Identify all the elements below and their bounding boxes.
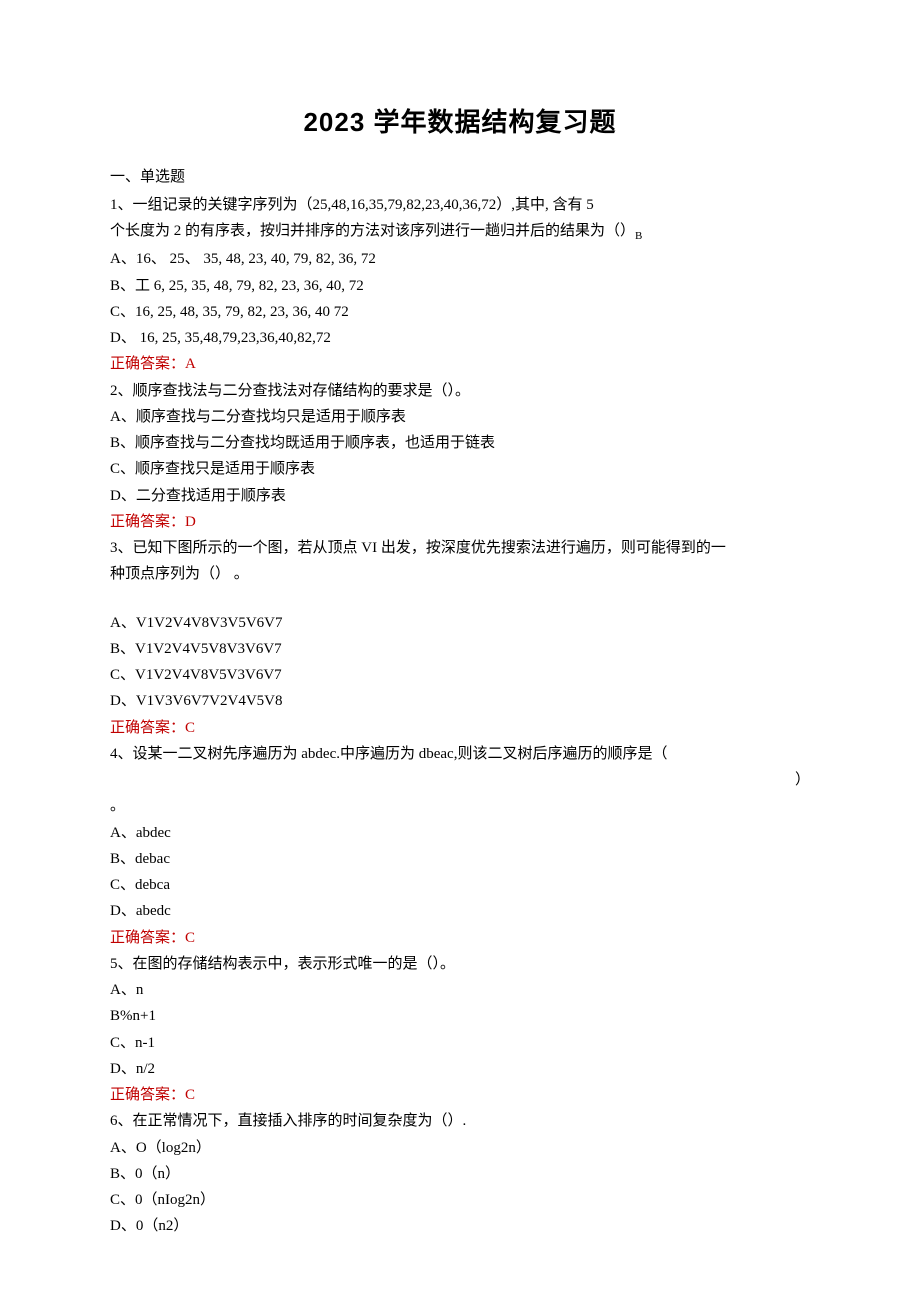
q4-option-c: C、debca [110, 872, 810, 898]
q1-stem-line2: 个长度为 2 的有序表，按归并排序的方法对该序列进行一趟归并后的结果为（）B [110, 218, 810, 246]
q3-option-c: C、V1V2V4V8V5V3V6V7 [110, 662, 810, 688]
q2-answer: 正确答案：D [110, 509, 810, 535]
q1-option-b: B、工 6, 25, 35, 48, 79, 82, 23, 36, 40, 7… [110, 273, 810, 299]
q3-stem-line1: 3、已知下图所示的一个图，若从顶点 VI 出发，按深度优先搜索法进行遍历，则可能… [110, 535, 810, 561]
q2-option-a: A、顺序查找与二分查找均只是适用于顺序表 [110, 404, 810, 430]
q4-stem: 4、设某一二叉树先序遍历为 abdec.中序遍历为 dbeac,则该二叉树后序遍… [110, 741, 810, 767]
q3-option-d: D、V1V3V6V7V2V4V5V8 [110, 688, 810, 714]
q1-option-d: D、 16, 25, 35,48,79,23,36,40,82,72 [110, 325, 810, 351]
q5-option-b: B%n+1 [110, 1003, 810, 1029]
q4-period: 。 [110, 793, 810, 819]
q2-option-d: D、二分查找适用于顺序表 [110, 483, 810, 509]
q6-option-d: D、0（n2） [110, 1213, 810, 1239]
q2-stem: 2、顺序查找法与二分查找法对存储结构的要求是（）。 [110, 378, 810, 404]
q4-option-a: A、abdec [110, 820, 810, 846]
q5-stem: 5、在图的存储结构表示中，表示形式唯一的是（）。 [110, 951, 810, 977]
page-title: 2023 学年数据结构复习题 [110, 100, 810, 146]
q4-option-d: D、abedc [110, 898, 810, 924]
q6-option-c: C、0（nIog2n） [110, 1187, 810, 1213]
q3-option-a: A、V1V2V4V8V3V5V6V7 [110, 610, 810, 636]
q3-option-b: B、V1V2V4V5V8V3V6V7 [110, 636, 810, 662]
q3-answer: 正确答案：C [110, 715, 810, 741]
q4-answer: 正确答案：C [110, 925, 810, 951]
q1-stem-line1: 1、一组记录的关键字序列为（25,48,16,35,79,82,23,40,36… [110, 192, 810, 218]
q5-option-a: A、n [110, 977, 810, 1003]
q1-option-c: C、16, 25, 48, 35, 79, 82, 23, 36, 40 72 [110, 299, 810, 325]
q4-option-b: B、debac [110, 846, 810, 872]
q6-stem: 6、在正常情况下，直接插入排序的时间复杂度为（）. [110, 1108, 810, 1134]
q5-option-d: D、n/2 [110, 1056, 810, 1082]
q6-option-b: B、0（n） [110, 1161, 810, 1187]
q1-stem-sub: B [635, 230, 642, 242]
q3-figure-placeholder [110, 588, 810, 610]
q5-option-c: C、n-1 [110, 1030, 810, 1056]
q4-close-paren: ） [110, 767, 810, 793]
q2-option-b: B、顺序查找与二分查找均既适用于顺序表，也适用于链表 [110, 430, 810, 456]
q5-answer: 正确答案：C [110, 1082, 810, 1108]
q1-stem-line2-text: 个长度为 2 的有序表，按归并排序的方法对该序列进行一趟归并后的结果为（） [110, 223, 635, 239]
section-heading: 一、单选题 [110, 164, 810, 190]
q6-option-a: A、O（log2n） [110, 1135, 810, 1161]
q2-option-c: C、顺序查找只是适用于顺序表 [110, 456, 810, 482]
q1-option-a: A、16、 25、 35, 48, 23, 40, 79, 82, 36, 72 [110, 246, 810, 272]
q1-answer: 正确答案：A [110, 351, 810, 377]
q3-stem-line2: 种顶点序列为（） 。 [110, 561, 810, 587]
